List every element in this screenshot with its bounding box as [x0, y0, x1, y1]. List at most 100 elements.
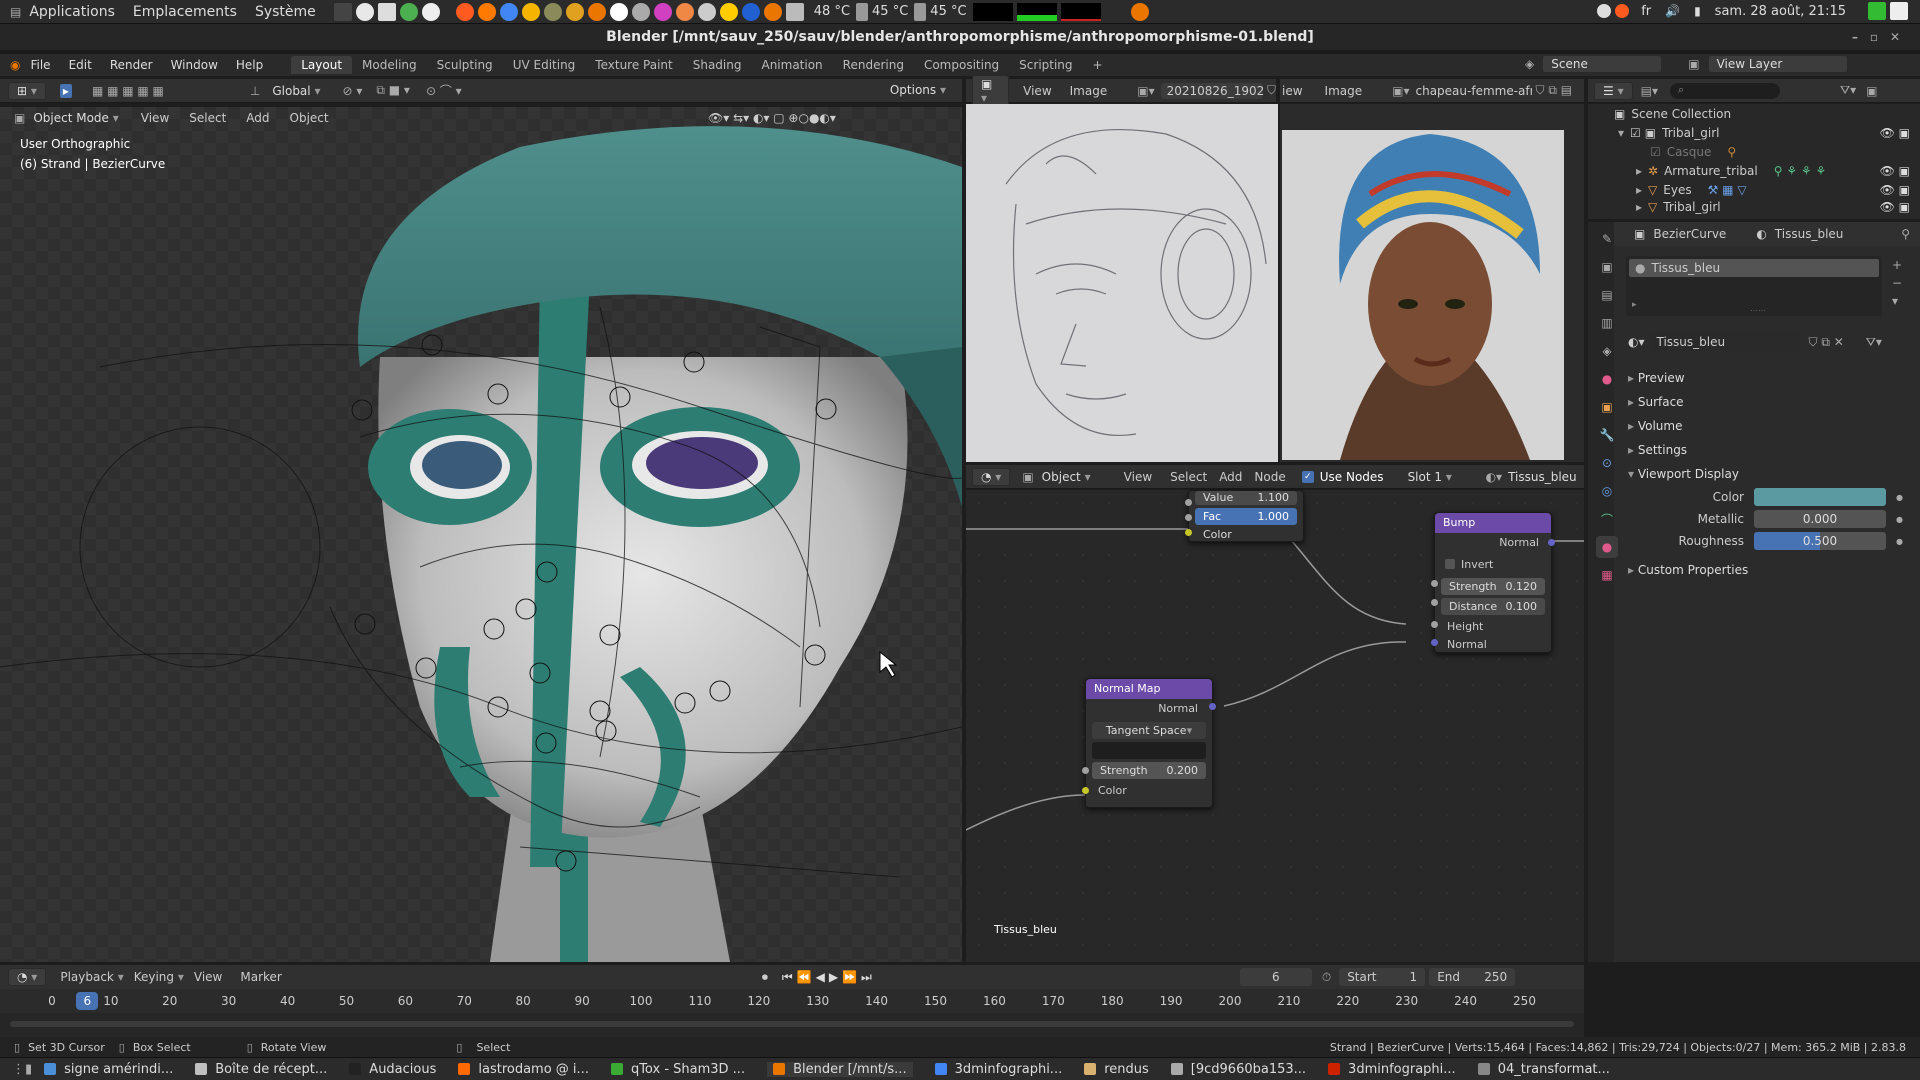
- mix-fac-socket[interactable]: [1185, 514, 1192, 521]
- outliner-row[interactable]: ▸ ▽ Tribal_girl 👁 ▣: [1588, 199, 1920, 214]
- node-menu-select[interactable]: Select: [1170, 470, 1207, 484]
- menu-system[interactable]: Système: [255, 4, 316, 20]
- bump-distance-socket[interactable]: [1431, 599, 1438, 606]
- volume-icon[interactable]: 🔊: [1665, 4, 1680, 18]
- outliner-row[interactable]: ▸ ▽ Eyes ⚒ ▦ ▽ 👁 ▣: [1588, 180, 1920, 199]
- bump-height-socket[interactable]: [1431, 621, 1438, 628]
- taskbar-item[interactable]: Audacious: [349, 1062, 436, 1077]
- playhead[interactable]: 6: [76, 992, 99, 1010]
- normal-map-strength-field[interactable]: Strength 0.200: [1092, 762, 1206, 779]
- taskbar-item[interactable]: Boîte de récept...: [195, 1062, 327, 1077]
- tab-modeling[interactable]: Modeling: [352, 56, 427, 74]
- expand-icon[interactable]: ▾: [1618, 126, 1624, 140]
- tab-uv-editing[interactable]: UV Editing: [503, 56, 586, 74]
- slot-dropdown[interactable]: Slot 1: [1400, 469, 1480, 485]
- node-editor-type-button[interactable]: ◔: [972, 467, 1011, 486]
- keyframe-dot[interactable]: ●: [1896, 515, 1903, 524]
- mode-dropdown[interactable]: Object Mode: [25, 110, 126, 126]
- timeline-track[interactable]: [0, 1013, 1584, 1037]
- select-tool-icon[interactable]: ▸: [59, 83, 72, 98]
- tray-app-icon[interactable]: [1597, 4, 1612, 18]
- shading-buttons[interactable]: 👁▾ ⇆▾ ◐▾ ▢ ⊕○●◐▾: [708, 111, 836, 125]
- section-volume[interactable]: Volume: [1614, 414, 1920, 438]
- checkbox-icon[interactable]: ☑: [1650, 145, 1661, 159]
- tray-green-icon[interactable]: [1868, 2, 1886, 20]
- taskbar-item[interactable]: qTox - Sham3D ...: [610, 1062, 745, 1077]
- visibility-icon[interactable]: 👁 ▣: [1880, 164, 1910, 178]
- metallic-field[interactable]: 0.000: [1754, 510, 1886, 528]
- tab-layout[interactable]: Layout: [291, 56, 353, 74]
- tab-rendering[interactable]: Rendering: [833, 56, 914, 74]
- game-icon[interactable]: [521, 2, 540, 21]
- image-editor-right[interactable]: [1280, 104, 1584, 462]
- mix-color-socket[interactable]: [1185, 529, 1192, 536]
- image-left-name[interactable]: 20210826_19024...: [1160, 82, 1263, 99]
- view-layer-tab-icon[interactable]: ▥: [1596, 312, 1618, 334]
- taskbar-item[interactable]: [9cd9660ba153...: [1170, 1062, 1306, 1077]
- checkbox-icon[interactable]: ☑: [1630, 126, 1641, 140]
- tab-scripting[interactable]: Scripting: [1009, 56, 1082, 74]
- clock[interactable]: sam. 28 août, 21:15: [1715, 4, 1846, 19]
- gimp-icon[interactable]: [543, 2, 562, 21]
- normal-map-strength-socket[interactable]: [1082, 767, 1089, 774]
- uv-map-field[interactable]: [1092, 742, 1206, 759]
- menu-applications[interactable]: Applications: [29, 4, 115, 20]
- app4-icon[interactable]: [631, 2, 650, 21]
- shader-type-dropdown[interactable]: Object: [1034, 469, 1114, 485]
- taskbar-item[interactable]: Blender [/mnt/s...: [767, 1061, 913, 1077]
- timeline-menu-keying[interactable]: Keying: [134, 970, 184, 984]
- frame-ruler[interactable]: 0 10 20 30 40 50 60 70 80 90 100 110 120 130 140 150 160…: [0, 989, 1584, 1013]
- output-tab-icon[interactable]: ▤: [1596, 284, 1618, 306]
- menu-edit[interactable]: Edit: [69, 58, 92, 72]
- terminal-icon[interactable]: [333, 2, 352, 21]
- bump-normal-out-socket[interactable]: [1548, 539, 1555, 546]
- inkscape-icon[interactable]: [399, 2, 418, 21]
- menu-places[interactable]: Emplacements: [133, 4, 237, 20]
- visibility-icon[interactable]: 👁 ▣: [1880, 126, 1910, 140]
- bump-distance-field[interactable]: Distance 0.100: [1441, 598, 1545, 615]
- tab-texture-paint[interactable]: Texture Paint: [585, 56, 682, 74]
- image-browse-icon[interactable]: ▣▾: [1137, 84, 1154, 98]
- image-editor-left[interactable]: [966, 104, 1278, 462]
- expand-icon[interactable]: ▸: [1636, 200, 1642, 214]
- select-mode-icons[interactable]: ▦ ▦ ▦ ▦ ▦: [92, 84, 164, 98]
- blender-launch-icon[interactable]: [587, 2, 606, 21]
- scene-tab-icon[interactable]: ◈: [1596, 340, 1618, 362]
- expand-icon[interactable]: ▸: [1632, 300, 1637, 310]
- current-frame-field[interactable]: 6: [1239, 968, 1312, 986]
- battery-icon[interactable]: ▮: [1694, 4, 1701, 18]
- viewport-scene[interactable]: [0, 107, 962, 962]
- app11-icon[interactable]: [785, 2, 804, 21]
- section-settings[interactable]: Settings: [1614, 438, 1920, 462]
- timeline-menu-view[interactable]: View: [194, 970, 222, 984]
- normal-map-space-dropdown[interactable]: Tangent Space: [1092, 722, 1206, 739]
- record-button[interactable]: ⏺: [762, 970, 768, 985]
- image-left-menu-view[interactable]: View: [1023, 84, 1051, 98]
- transform-orientation-dropdown[interactable]: Global: [264, 83, 328, 99]
- chrome-icon[interactable]: [499, 2, 518, 21]
- material-name-field[interactable]: Tissus_bleu: [1650, 333, 1801, 351]
- normal-map-color-socket[interactable]: [1082, 787, 1089, 794]
- keyframe-dot[interactable]: ●: [1896, 493, 1903, 502]
- tab-compositing[interactable]: Compositing: [914, 56, 1009, 74]
- filter-icon[interactable]: ⛛▾: [1840, 83, 1856, 98]
- blender-logo-icon[interactable]: ◉: [10, 58, 20, 72]
- section-custom-properties[interactable]: Custom Properties: [1614, 558, 1920, 582]
- taskbar-item[interactable]: signe amérindi...: [44, 1062, 173, 1077]
- menu-file[interactable]: File: [30, 58, 50, 72]
- fake-user-icon[interactable]: ⛉: [1267, 83, 1276, 98]
- menu-render[interactable]: Render: [110, 58, 153, 72]
- bump-node[interactable]: Bump Normal Invert Strength 0.120 Distan…: [1431, 512, 1555, 653]
- files-icon[interactable]: [377, 2, 396, 21]
- browser-icon[interactable]: [355, 2, 374, 21]
- timeline-type-button[interactable]: ◔: [8, 968, 47, 986]
- end-frame-field[interactable]: End 250: [1429, 968, 1516, 986]
- image-left-menu-image[interactable]: Image: [1070, 84, 1108, 98]
- firefox-icon[interactable]: [477, 2, 496, 21]
- view-layer-field[interactable]: View Layer: [1707, 55, 1848, 73]
- mix-fac-field[interactable]: Fac 1.000: [1195, 508, 1297, 525]
- taskbar-item[interactable]: 3dminfographi...: [934, 1062, 1062, 1077]
- node-menu-add[interactable]: Add: [1219, 470, 1242, 484]
- mix-node[interactable]: Value 1.100 Fac 1.000 Color: [1185, 490, 1304, 542]
- display-mode-icon[interactable]: ▤▾: [1641, 84, 1658, 98]
